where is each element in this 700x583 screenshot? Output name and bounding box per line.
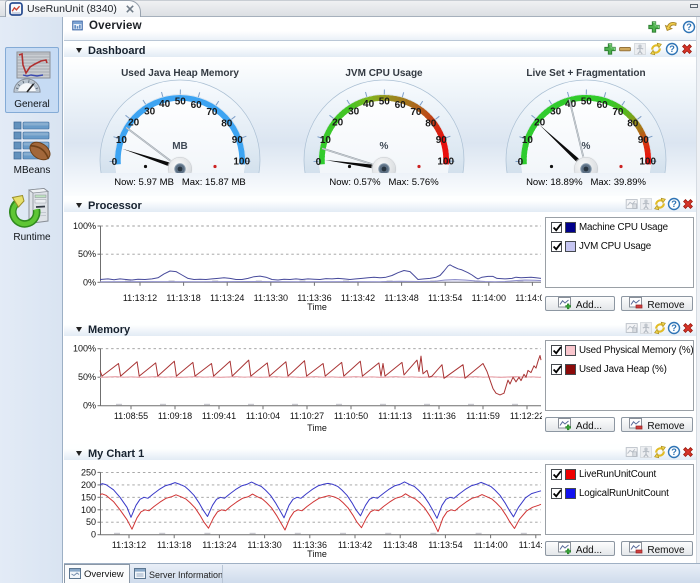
svg-text:0%: 0% — [83, 277, 96, 287]
svg-text:40: 40 — [159, 99, 171, 110]
svg-text:0: 0 — [316, 157, 322, 168]
svg-text:100: 100 — [81, 505, 96, 515]
svg-text:60: 60 — [191, 100, 203, 111]
svg-text:11:11:36: 11:11:36 — [422, 411, 456, 421]
svg-text:?: ? — [671, 447, 677, 457]
svg-text:Time: Time — [307, 423, 327, 433]
svg-text:11:14:06: 11:14:06 — [515, 293, 542, 303]
svg-text:11:09:18: 11:09:18 — [158, 411, 192, 421]
svg-text:90: 90 — [436, 135, 448, 146]
svg-text:20: 20 — [332, 118, 344, 129]
svg-text:60: 60 — [597, 100, 609, 111]
svg-text:11:13:24: 11:13:24 — [202, 540, 236, 550]
svg-text:Time: Time — [307, 302, 327, 312]
svg-text:?: ? — [671, 199, 677, 209]
svg-text:30: 30 — [144, 107, 156, 118]
svg-text:%: % — [380, 141, 389, 152]
svg-text:60: 60 — [395, 100, 407, 111]
svg-text:20: 20 — [534, 118, 546, 129]
svg-text:11:13:48: 11:13:48 — [384, 293, 418, 303]
svg-text:11:10:27: 11:10:27 — [290, 411, 324, 421]
svg-text:0: 0 — [91, 530, 96, 540]
svg-text:11:11:13: 11:11:13 — [378, 411, 412, 421]
svg-text:70: 70 — [410, 107, 422, 118]
svg-text:11:13:18: 11:13:18 — [166, 293, 200, 303]
svg-text:?: ? — [669, 44, 675, 54]
svg-text:50: 50 — [581, 96, 593, 107]
svg-text:80: 80 — [221, 119, 233, 130]
svg-text:100: 100 — [437, 157, 454, 168]
svg-text:%: % — [582, 141, 591, 152]
svg-text:50%: 50% — [78, 372, 96, 382]
svg-text:80: 80 — [425, 119, 437, 130]
svg-text:90: 90 — [638, 135, 650, 146]
svg-text:11:13:48: 11:13:48 — [383, 540, 417, 550]
svg-text:90: 90 — [232, 135, 244, 146]
svg-text:11:13:12: 11:13:12 — [112, 540, 146, 550]
svg-text:11:13:42: 11:13:42 — [341, 293, 375, 303]
svg-text:11:13:24: 11:13:24 — [210, 293, 244, 303]
svg-text:20: 20 — [128, 118, 140, 129]
svg-text:100%: 100% — [73, 221, 96, 231]
svg-text:11:10:50: 11:10:50 — [334, 411, 368, 421]
svg-text:11:14:00: 11:14:00 — [472, 293, 506, 303]
svg-text:11:10:04: 11:10:04 — [246, 411, 280, 421]
svg-text:11:14:06: 11:14:06 — [519, 540, 542, 550]
svg-text:50%: 50% — [78, 249, 96, 259]
svg-text:70: 70 — [612, 107, 624, 118]
svg-text:80: 80 — [627, 119, 639, 130]
svg-text:10: 10 — [116, 135, 128, 146]
svg-text:0: 0 — [112, 157, 118, 168]
svg-text:100: 100 — [233, 157, 250, 168]
svg-text:11:09:41: 11:09:41 — [202, 411, 236, 421]
svg-text:11:12:22: 11:12:22 — [510, 411, 542, 421]
svg-text:50: 50 — [379, 96, 391, 107]
svg-text:150: 150 — [81, 492, 96, 502]
svg-text:Time: Time — [307, 549, 327, 559]
svg-text:0: 0 — [518, 157, 524, 168]
svg-text:?: ? — [671, 323, 677, 333]
svg-text:100%: 100% — [73, 344, 96, 354]
svg-text:250: 250 — [81, 467, 96, 477]
svg-text:11:14:00: 11:14:00 — [473, 540, 507, 550]
svg-text:40: 40 — [363, 99, 375, 110]
svg-text:11:11:59: 11:11:59 — [466, 411, 500, 421]
svg-text:MB: MB — [172, 141, 188, 152]
svg-text:11:08:55: 11:08:55 — [114, 411, 148, 421]
svg-text:70: 70 — [206, 107, 218, 118]
svg-text:100: 100 — [639, 157, 656, 168]
svg-text:200: 200 — [81, 480, 96, 490]
svg-text:11:13:12: 11:13:12 — [123, 293, 157, 303]
svg-text:11:13:30: 11:13:30 — [247, 540, 281, 550]
svg-text:11:13:30: 11:13:30 — [254, 293, 288, 303]
svg-text:11:13:18: 11:13:18 — [157, 540, 191, 550]
svg-text:30: 30 — [348, 107, 360, 118]
svg-text:11:13:42: 11:13:42 — [338, 540, 372, 550]
svg-text:30: 30 — [550, 107, 562, 118]
svg-text:50: 50 — [175, 96, 187, 107]
svg-text:10: 10 — [522, 135, 534, 146]
svg-text:50: 50 — [86, 517, 96, 527]
svg-text:?: ? — [686, 22, 692, 32]
svg-text:11:13:54: 11:13:54 — [428, 540, 462, 550]
svg-text:0%: 0% — [83, 401, 96, 411]
svg-text:11:13:54: 11:13:54 — [428, 293, 462, 303]
svg-text:10: 10 — [320, 135, 332, 146]
